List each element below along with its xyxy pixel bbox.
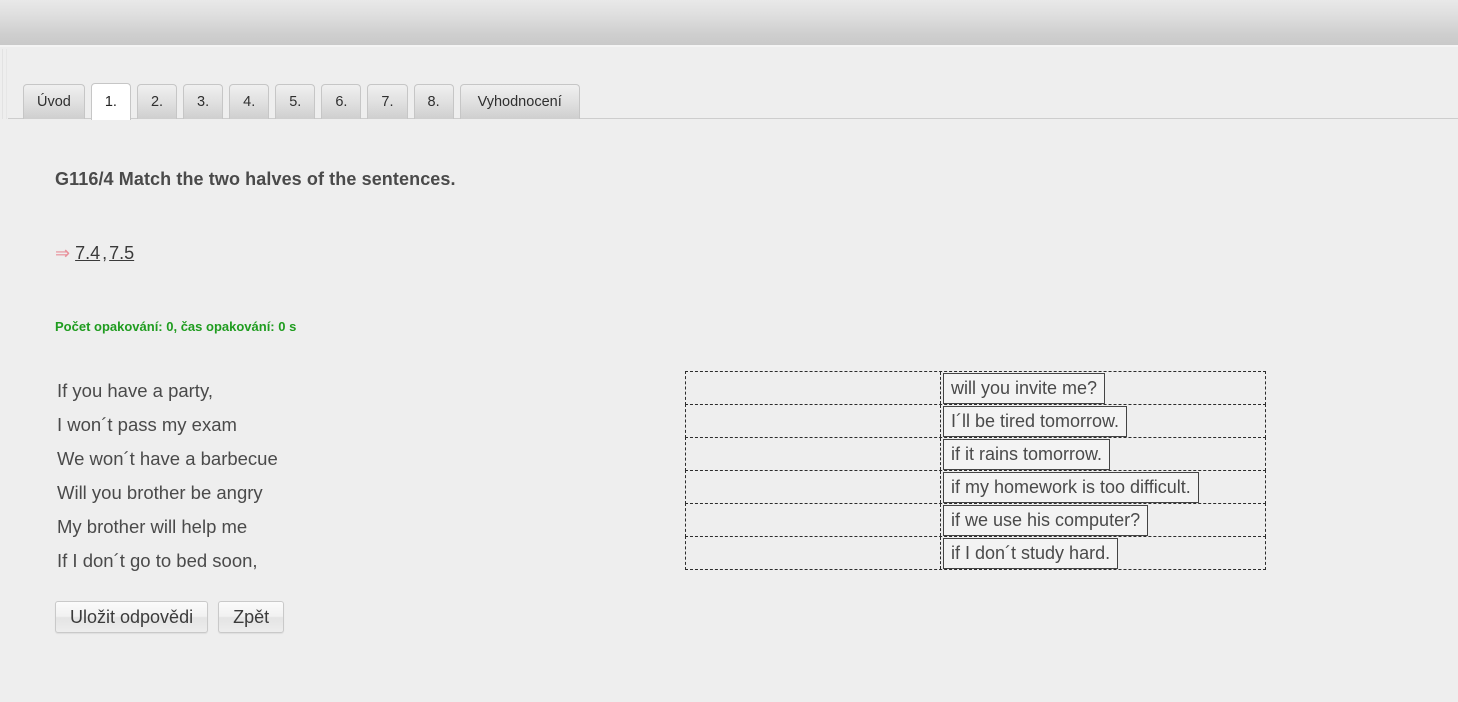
page-root: Úvod 1. 2. 3. 4. 5. 6. 7. 8. Vyhodnocení G116/4 M…	[0, 0, 1458, 702]
answer-drop-target[interactable]	[686, 438, 940, 470]
tab-vod[interactable]: Úvod	[23, 84, 85, 119]
answer-source-slot[interactable]: if we use his computer?	[940, 504, 1265, 536]
tab-1[interactable]: 1.	[90, 83, 131, 120]
save-answers-button[interactable]: Uložit odpovědi	[55, 601, 209, 633]
reference-separator: ,	[102, 243, 108, 263]
tab-5[interactable]: 5.	[275, 84, 316, 119]
draggable-answer-chip[interactable]: if I don´t study hard.	[943, 537, 1119, 569]
page-title: G116/4 Match the two halves of the sente…	[55, 169, 456, 189]
reference-link-2[interactable]: 7.5	[109, 243, 134, 263]
match-row: if I don´t study hard.	[685, 536, 1266, 570]
sentence-start-item: My brother will help me	[57, 516, 248, 537]
match-row: if my homework is too difficult.	[685, 470, 1266, 504]
match-row: will you invite me?	[685, 371, 1266, 405]
draggable-answer-chip[interactable]: I´ll be tired tomorrow.	[943, 405, 1128, 437]
tab-label: 8.	[427, 94, 440, 110]
answer-drop-target[interactable]	[686, 504, 940, 536]
chrome-bar-highlight	[0, 45, 1458, 47]
answer-source-slot[interactable]: I´ll be tired tomorrow.	[940, 405, 1265, 437]
tab-label: 6.	[335, 94, 348, 110]
tab-list: Úvod 1. 2. 3. 4. 5. 6. 7. 8. Vyhodnocení	[23, 83, 580, 120]
tab-label: 1.	[104, 94, 117, 110]
tab-vyhodnocen[interactable]: Vyhodnocení	[459, 84, 580, 119]
answer-source-slot[interactable]: if I don´t study hard.	[940, 537, 1265, 569]
sentence-start-item: Will you brother be angry	[57, 482, 263, 503]
match-row: if it rains tomorrow.	[685, 437, 1266, 471]
draggable-answer-chip[interactable]: if it rains tomorrow.	[943, 438, 1111, 470]
tab-4[interactable]: 4.	[229, 84, 270, 119]
draggable-answer-chip[interactable]: will you invite me?	[943, 372, 1106, 404]
tab-label: 2.	[150, 94, 164, 110]
exercise-content: G116/4 Match the two halves of the sente…	[0, 119, 1458, 702]
draggable-answer-chip[interactable]: if my homework is too difficult.	[943, 471, 1199, 503]
browser-chrome-bar	[0, 0, 1458, 47]
tab-label: 3.	[197, 94, 210, 110]
sentence-start-item: I won´t pass my exam	[57, 414, 237, 435]
tab-label: 7.	[381, 94, 394, 110]
tab-label: 5.	[289, 94, 302, 110]
answer-source-slot[interactable]: if it rains tomorrow.	[940, 438, 1265, 470]
sentence-match-grid: will you invite me? I´ll be tired tomorro…	[685, 371, 1266, 570]
reference-link-1[interactable]: 7.4	[75, 243, 100, 263]
tab-7[interactable]: 7.	[367, 84, 408, 119]
tab-6[interactable]: 6.	[321, 84, 362, 119]
answer-source-slot[interactable]: if my homework is too difficult.	[940, 471, 1265, 503]
action-button-row: Uložit odpovědi Zpět	[55, 601, 285, 633]
match-row: I´ll be tired tomorrow.	[685, 404, 1266, 438]
draggable-answer-chip[interactable]: if we use his computer?	[943, 504, 1149, 536]
exercise-tab-bar: Úvod 1. 2. 3. 4. 5. 6. 7. 8. Vyhodnocení	[0, 52, 1458, 120]
sentence-start-item: If I don´t go to bed soon,	[57, 550, 258, 571]
tab-label: Úvod	[37, 94, 71, 110]
repeat-counter-status: Počet opakování: 0, čas opakování: 0 s	[55, 319, 297, 334]
sentence-start-item: If you have a party,	[57, 380, 213, 401]
answer-drop-target[interactable]	[686, 372, 940, 404]
tab-3[interactable]: 3.	[183, 84, 224, 119]
tab-8[interactable]: 8.	[413, 84, 454, 119]
sentence-start-list: If you have a party, I won´t pass my exam…	[57, 374, 657, 578]
answer-drop-target[interactable]	[686, 405, 940, 437]
double-arrow-icon: ⇒	[55, 243, 71, 263]
tab-2[interactable]: 2.	[136, 84, 178, 119]
back-button[interactable]: Zpět	[218, 601, 285, 633]
sentence-start-item: We won´t have a barbecue	[57, 448, 278, 469]
answer-source-slot[interactable]: will you invite me?	[940, 372, 1265, 404]
answer-drop-target[interactable]	[686, 471, 940, 503]
match-row: if we use his computer?	[685, 503, 1266, 537]
answer-drop-target[interactable]	[686, 537, 940, 569]
tab-label: Vyhodnocení	[477, 94, 562, 110]
reference-line: ⇒ 7.4, 7.5	[55, 243, 134, 264]
tab-label: 4.	[243, 94, 256, 110]
